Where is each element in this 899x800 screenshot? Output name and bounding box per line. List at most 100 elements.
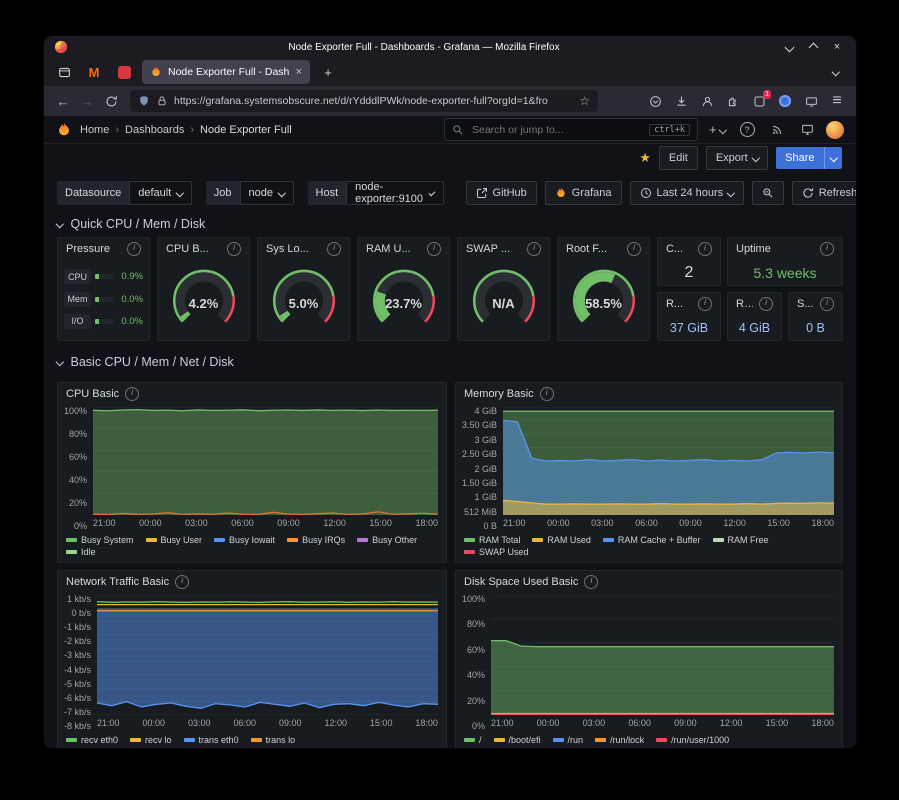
legend-item[interactable]: / bbox=[464, 735, 482, 745]
devices-icon[interactable] bbox=[800, 90, 822, 112]
monitor-icon[interactable] bbox=[796, 119, 818, 141]
panel-title[interactable]: Memory Basic bbox=[464, 388, 534, 400]
edit-button[interactable]: Edit bbox=[659, 146, 698, 170]
panel-title[interactable]: CPU B... bbox=[166, 243, 209, 255]
breadcrumb-dashboards[interactable]: Dashboards bbox=[125, 124, 184, 136]
extensions-icon[interactable] bbox=[722, 90, 744, 112]
panel-title[interactable]: Root F... bbox=[566, 243, 607, 255]
info-icon[interactable]: i bbox=[227, 242, 241, 256]
legend-item[interactable]: Idle bbox=[66, 547, 96, 557]
legend-item[interactable]: trans lo bbox=[251, 735, 296, 745]
panel-title[interactable]: C... bbox=[666, 243, 683, 255]
panel-title[interactable]: Uptime bbox=[736, 243, 771, 255]
memory-basic-chart[interactable] bbox=[503, 407, 834, 515]
cpu-basic-chart[interactable] bbox=[93, 407, 438, 515]
info-icon[interactable]: i bbox=[540, 387, 554, 401]
search-input[interactable] bbox=[470, 123, 643, 137]
tab-close-icon[interactable]: × bbox=[296, 66, 302, 78]
share-button[interactable]: Share bbox=[776, 147, 842, 169]
grafana-link-button[interactable]: Grafana bbox=[545, 181, 622, 205]
panel-title[interactable]: SWAP ... bbox=[466, 243, 510, 255]
variable-datasource[interactable]: Datasource default bbox=[57, 181, 192, 205]
extension-icon-adblock[interactable] bbox=[112, 61, 136, 83]
legend-item[interactable]: RAM Used bbox=[532, 535, 591, 545]
shield-icon[interactable] bbox=[138, 95, 150, 107]
extension-icon-mail[interactable]: M bbox=[82, 61, 106, 83]
browser-tab[interactable]: Node Exporter Full - Dashbo × bbox=[142, 60, 310, 84]
export-button[interactable]: Export bbox=[706, 146, 768, 170]
github-link-button[interactable]: GitHub bbox=[466, 181, 537, 205]
info-icon[interactable]: i bbox=[527, 242, 541, 256]
section-basic[interactable]: Basic CPU / Mem / Net / Disk bbox=[57, 349, 843, 375]
info-icon[interactable]: i bbox=[427, 242, 441, 256]
bookmark-star-icon[interactable]: ☆ bbox=[579, 94, 590, 108]
legend-item[interactable]: SWAP Used bbox=[464, 547, 529, 557]
user-avatar[interactable] bbox=[826, 121, 844, 139]
network-traffic-chart[interactable] bbox=[97, 595, 438, 715]
info-icon[interactable]: i bbox=[175, 575, 189, 589]
firefox-view-icon[interactable] bbox=[52, 61, 76, 83]
panel-title[interactable]: R... bbox=[666, 298, 683, 310]
panel-title[interactable]: Network Traffic Basic bbox=[66, 576, 169, 588]
search-box[interactable]: ctrl+k bbox=[444, 118, 698, 141]
notification-extension-icon[interactable]: 1 bbox=[748, 90, 770, 112]
lock-icon[interactable] bbox=[156, 95, 168, 107]
refresh-button[interactable]: Refresh bbox=[792, 181, 856, 205]
breadcrumb-home[interactable]: Home bbox=[80, 124, 109, 136]
panel-title[interactable]: R... bbox=[736, 298, 753, 310]
add-button[interactable]: + bbox=[706, 119, 728, 141]
legend-item[interactable]: trans eth0 bbox=[184, 735, 239, 745]
close-button[interactable]: × bbox=[828, 38, 846, 56]
info-icon[interactable]: i bbox=[820, 242, 834, 256]
info-icon[interactable]: i bbox=[627, 242, 641, 256]
pocket-icon[interactable] bbox=[644, 90, 666, 112]
window-titlebar[interactable]: Node Exporter Full - Dashboards - Grafan… bbox=[44, 36, 856, 58]
minimize-button[interactable] bbox=[780, 38, 798, 56]
zoom-out-button[interactable] bbox=[752, 181, 784, 205]
panel-title[interactable]: CPU Basic bbox=[66, 388, 119, 400]
panel-title[interactable]: RAM U... bbox=[366, 243, 411, 255]
info-icon[interactable]: i bbox=[698, 297, 712, 311]
maximize-button[interactable] bbox=[804, 38, 822, 56]
disk-space-chart[interactable] bbox=[491, 595, 834, 715]
share-menu-chevron-icon[interactable] bbox=[824, 147, 843, 169]
panel-title[interactable]: Sys Lo... bbox=[266, 243, 309, 255]
list-tabs-icon[interactable] bbox=[824, 61, 848, 83]
info-icon[interactable]: i bbox=[584, 575, 598, 589]
legend-item[interactable]: /run bbox=[553, 735, 584, 745]
legend-item[interactable]: /boot/efi bbox=[494, 735, 541, 745]
legend-item[interactable]: /run/lock bbox=[595, 735, 644, 745]
legend-item[interactable]: RAM Free bbox=[713, 535, 769, 545]
time-range-picker[interactable]: Last 24 hours bbox=[630, 181, 744, 205]
info-icon[interactable]: i bbox=[125, 387, 139, 401]
new-tab-button[interactable]: + bbox=[316, 61, 340, 83]
menu-icon[interactable]: ≡ bbox=[826, 90, 848, 112]
legend-item[interactable]: Busy Iowait bbox=[214, 535, 275, 545]
favorite-star-icon[interactable]: ★ bbox=[639, 150, 651, 166]
url-input[interactable] bbox=[174, 95, 573, 107]
variable-host[interactable]: Host node-exporter:9100 bbox=[308, 181, 444, 205]
info-icon[interactable]: i bbox=[698, 242, 712, 256]
legend-item[interactable]: Busy IRQs bbox=[287, 535, 345, 545]
info-icon[interactable]: i bbox=[820, 297, 834, 311]
url-bar[interactable]: ☆ bbox=[130, 90, 598, 112]
downloads-icon[interactable] bbox=[670, 90, 692, 112]
section-quick-cpu[interactable]: Quick CPU / Mem / Disk bbox=[57, 211, 843, 237]
news-icon[interactable] bbox=[766, 119, 788, 141]
help-icon[interactable]: ? bbox=[736, 119, 758, 141]
container-extension-icon[interactable] bbox=[774, 90, 796, 112]
info-icon[interactable]: i bbox=[327, 242, 341, 256]
legend-item[interactable]: RAM Cache + Buffer bbox=[603, 535, 701, 545]
forward-button[interactable]: → bbox=[76, 90, 98, 112]
variable-job[interactable]: Job node bbox=[206, 181, 294, 205]
back-button[interactable]: ← bbox=[52, 90, 74, 112]
legend-item[interactable]: Busy System bbox=[66, 535, 134, 545]
info-icon[interactable]: i bbox=[759, 297, 773, 311]
panel-title[interactable]: S... bbox=[797, 298, 814, 310]
account-icon[interactable] bbox=[696, 90, 718, 112]
legend-item[interactable]: Busy Other bbox=[357, 535, 417, 545]
legend-item[interactable]: recv lo bbox=[130, 735, 172, 745]
legend-item[interactable]: Busy User bbox=[146, 535, 203, 545]
reload-button[interactable] bbox=[100, 90, 122, 112]
grafana-logo[interactable] bbox=[56, 122, 72, 138]
